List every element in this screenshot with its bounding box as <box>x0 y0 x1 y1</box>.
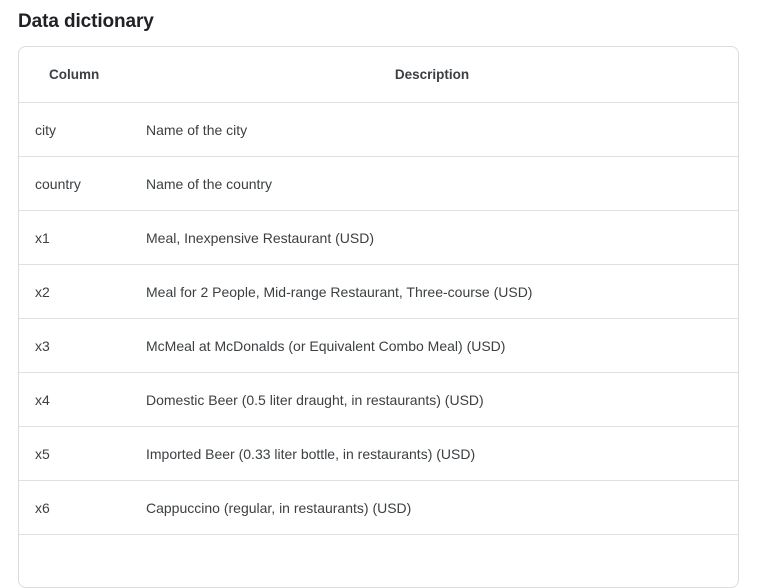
column-cell: x2 <box>35 283 50 300</box>
table-row: x5 Imported Beer (0.33 liter bottle, in … <box>19 427 738 481</box>
description-cell: Domestic Beer (0.5 liter draught, in res… <box>146 391 484 408</box>
table-row: x6 Cappuccino (regular, in restaurants) … <box>19 481 738 535</box>
description-cell: Imported Beer (0.33 liter bottle, in res… <box>146 445 476 462</box>
column-cell: city <box>35 121 56 138</box>
description-cell: Cappuccino (regular, in restaurants) (US… <box>146 499 412 516</box>
table-row-partial <box>19 535 738 587</box>
description-cell: Name of the city <box>146 121 248 138</box>
description-cell: Meal for 2 People, Mid-range Restaurant,… <box>146 283 533 300</box>
table-row: x1 Meal, Inexpensive Restaurant (USD) <box>19 211 738 265</box>
description-cell: McMeal at McDonalds (or Equivalent Combo… <box>146 337 506 354</box>
column-cell: x3 <box>35 337 50 354</box>
column-cell: x4 <box>35 391 50 408</box>
column-cell: x1 <box>35 229 50 246</box>
description-cell: Name of the country <box>146 175 273 192</box>
table-row: x4 Domestic Beer (0.5 liter draught, in … <box>19 373 738 427</box>
table-row: country Name of the country <box>19 157 738 211</box>
table-row: x2 Meal for 2 People, Mid-range Restaura… <box>19 265 738 319</box>
description-header: Description <box>394 67 470 82</box>
column-cell: country <box>35 175 81 192</box>
table-row: city Name of the city <box>19 103 738 157</box>
column-cell: x6 <box>35 499 50 516</box>
table-header-row: Column Description <box>19 47 738 103</box>
description-cell: Meal, Inexpensive Restaurant (USD) <box>146 229 374 246</box>
column-header: Column <box>49 67 100 82</box>
table-row: x3 McMeal at McDonalds (or Equivalent Co… <box>19 319 738 373</box>
data-dictionary-table: Column Description city Name of the city… <box>18 46 739 588</box>
column-cell: x5 <box>35 445 50 462</box>
page-title: Data dictionary <box>18 11 154 32</box>
